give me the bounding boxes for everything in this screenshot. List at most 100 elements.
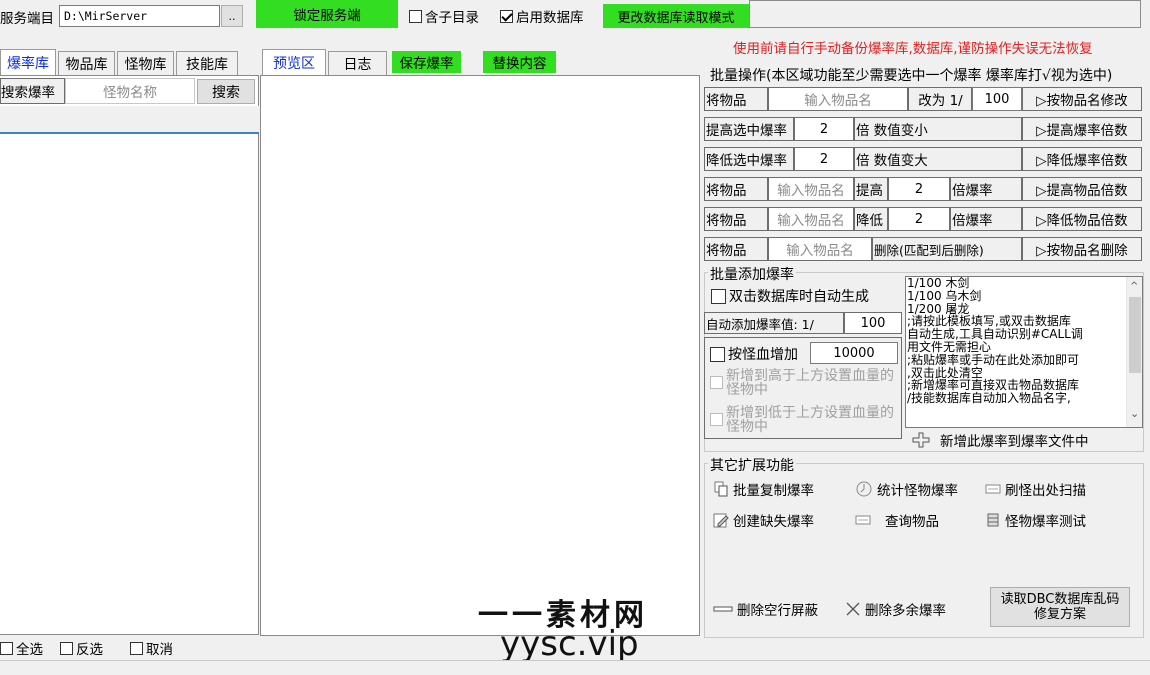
window-icon: [985, 483, 1001, 495]
row1-item-input[interactable]: 输入物品名: [768, 87, 908, 111]
invert-checkbox[interactable]: 反选: [60, 638, 103, 658]
ext-title: 其它扩展功能: [708, 455, 796, 475]
dbc-fix-label: 读取DBC数据库乱码修复方案: [1000, 592, 1120, 622]
left-list-panel[interactable]: [0, 75, 259, 635]
template-line: 1/100 乌木剑: [907, 288, 982, 303]
browse-button[interactable]: ..: [221, 5, 243, 27]
gear-icon: [985, 512, 1001, 528]
higher-hp-box[interactable]: [710, 376, 723, 389]
refresh-scan-button[interactable]: 刷怪出处扫描: [985, 478, 1086, 500]
row2-label: 提高选中爆率: [704, 117, 794, 141]
search-button[interactable]: 搜索: [197, 79, 255, 104]
delete-extra-button[interactable]: 删除多余爆率: [845, 598, 946, 620]
minus-icon: [713, 605, 733, 613]
include-subdir-checkbox[interactable]: 含子目录: [409, 5, 479, 27]
row3-label: 降低选中爆率: [704, 147, 794, 171]
backup-warning: 使用前请自行手动备份爆率库,数据库,谨防操作失误无法恢复: [733, 41, 1093, 57]
decrease-rate-button[interactable]: ▷降低爆率倍数: [1022, 147, 1142, 171]
row1-label: 将物品: [704, 87, 768, 111]
row4-item-input[interactable]: 输入物品名: [768, 177, 854, 201]
enable-db-checkbox[interactable]: 启用数据库: [500, 5, 584, 27]
add-rate-to-file-button[interactable]: 新增此爆率到爆率文件中: [912, 430, 1089, 450]
batch-header: 批量操作(本区域功能至少需要选中一个爆率 爆率库打√视为选中): [710, 68, 1113, 84]
template-line: ;粘贴爆率或手动在此处添加即可: [907, 352, 1080, 367]
higher-hp-option[interactable]: 新增到高于上方设置血量的怪物中: [710, 369, 900, 403]
batch-copy-button[interactable]: 批量复制爆率: [713, 478, 814, 500]
dbc-fix-button[interactable]: 读取DBC数据库乱码修复方案: [990, 587, 1130, 627]
change-db-mode-button[interactable]: 更改数据库读取模式: [603, 4, 749, 28]
row1-value-input[interactable]: 100: [972, 87, 1022, 111]
select-all-box[interactable]: [0, 641, 13, 655]
tab-drop-rates[interactable]: 爆率库: [0, 49, 56, 75]
template-textarea[interactable]: 1/100 木剑 1/100 乌木剑 1/200 屠龙 ;请按此模板填写,或双击数据库…: [905, 276, 1143, 428]
watermark-url: yysc.vip: [500, 624, 639, 664]
lower-hp-box[interactable]: [710, 413, 723, 426]
select-all-checkbox[interactable]: 全选: [0, 638, 43, 658]
by-hp-box[interactable]: [710, 346, 725, 362]
server-path-input[interactable]: D:\MirServer: [59, 5, 220, 27]
auto-rate-input[interactable]: 100: [844, 312, 902, 334]
row5-item-input[interactable]: 输入物品名: [768, 207, 854, 231]
modify-by-item-button[interactable]: ▷按物品名修改: [1022, 87, 1142, 111]
query-item-button[interactable]: 查询物品: [855, 509, 939, 531]
cancel-box[interactable]: [130, 641, 143, 655]
cancel-checkbox[interactable]: 取消: [130, 638, 173, 658]
row4-mid-label: 提高: [854, 177, 888, 201]
row3-value-input[interactable]: 2: [794, 147, 854, 171]
tab-log[interactable]: 日志: [328, 51, 387, 75]
replace-content-button[interactable]: 替换内容: [483, 51, 556, 73]
scroll-down-icon[interactable]: ⌄: [1130, 407, 1139, 420]
invert-box[interactable]: [60, 641, 73, 655]
tab-items[interactable]: 物品库: [58, 51, 115, 75]
tab-preview[interactable]: 预览区: [262, 49, 326, 75]
save-rates-button[interactable]: 保存爆率: [392, 51, 461, 73]
preview-area[interactable]: [260, 75, 700, 636]
stat-monster-label: 统计怪物爆率: [877, 483, 958, 499]
search-rate-label: 搜索爆率: [0, 78, 65, 104]
scroll-up-icon[interactable]: ^: [1130, 281, 1138, 292]
stat-monster-button[interactable]: 统计怪物爆率: [855, 478, 958, 500]
auto-gen-checkbox[interactable]: 双击数据库时自动生成: [711, 285, 869, 307]
enable-db-box[interactable]: [500, 9, 513, 23]
include-subdir-box[interactable]: [409, 9, 422, 23]
template-line: 用文件无需担心: [907, 339, 992, 354]
row3-mid-label: 倍 数值变大: [854, 147, 1022, 171]
clock-icon: [855, 480, 873, 498]
create-missing-button[interactable]: 创建缺失爆率: [713, 509, 814, 531]
row2-value-input[interactable]: 2: [794, 117, 854, 141]
lower-hp-option[interactable]: 新增到低于上方设置血量的怪物中: [710, 406, 900, 440]
hp-value-input[interactable]: 10000: [810, 342, 898, 364]
monster-name-input[interactable]: 怪物名称: [65, 78, 195, 104]
scroll-thumb[interactable]: [1129, 297, 1141, 373]
row4-suffix-label: 倍爆率: [950, 177, 1022, 201]
cancel-label: 取消: [146, 642, 173, 658]
row1-mid-label: 改为 1/: [908, 87, 972, 111]
template-line: /技能数据库自动加入物品名字,: [907, 391, 1071, 406]
by-hp-checkbox[interactable]: 按怪血增加: [710, 343, 798, 365]
edit-icon: [713, 512, 729, 528]
row2-mid-label: 倍 数值变小: [854, 117, 1022, 141]
auto-gen-box[interactable]: [711, 288, 726, 304]
template-scrollbar[interactable]: ^ ⌄: [1126, 277, 1142, 427]
delete-by-item-button[interactable]: ▷按物品名删除: [1022, 237, 1142, 261]
template-line: 1/100 木剑: [907, 276, 970, 290]
row6-item-input[interactable]: 输入物品名: [768, 237, 872, 261]
increase-rate-button[interactable]: ▷提高爆率倍数: [1022, 117, 1142, 141]
row5-label: 将物品: [704, 207, 768, 231]
delete-extra-label: 删除多余爆率: [865, 603, 946, 619]
lower-hp-label: 新增到低于上方设置血量的怪物中: [726, 405, 894, 435]
auto-rate-label: 自动添加爆率值: 1/: [704, 312, 844, 334]
delete-blank-button[interactable]: 删除空行屏蔽: [713, 598, 818, 620]
tab-skills[interactable]: 技能库: [176, 51, 238, 75]
auto-gen-label: 双击数据库时自动生成: [729, 289, 869, 305]
row4-value-input[interactable]: 2: [888, 177, 950, 201]
tab-monsters[interactable]: 怪物库: [117, 51, 174, 75]
row5-value-input[interactable]: 2: [888, 207, 950, 231]
monster-test-label: 怪物爆率测试: [1005, 514, 1086, 530]
enable-db-label: 启用数据库: [516, 10, 584, 26]
decrease-item-button[interactable]: ▷降低物品倍数: [1022, 207, 1142, 231]
monster-test-button[interactable]: 怪物爆率测试: [985, 509, 1086, 531]
list-header-bar: [0, 106, 259, 134]
increase-item-button[interactable]: ▷提高物品倍数: [1022, 177, 1142, 201]
lock-server-button[interactable]: 锁定服务端: [256, 0, 398, 28]
